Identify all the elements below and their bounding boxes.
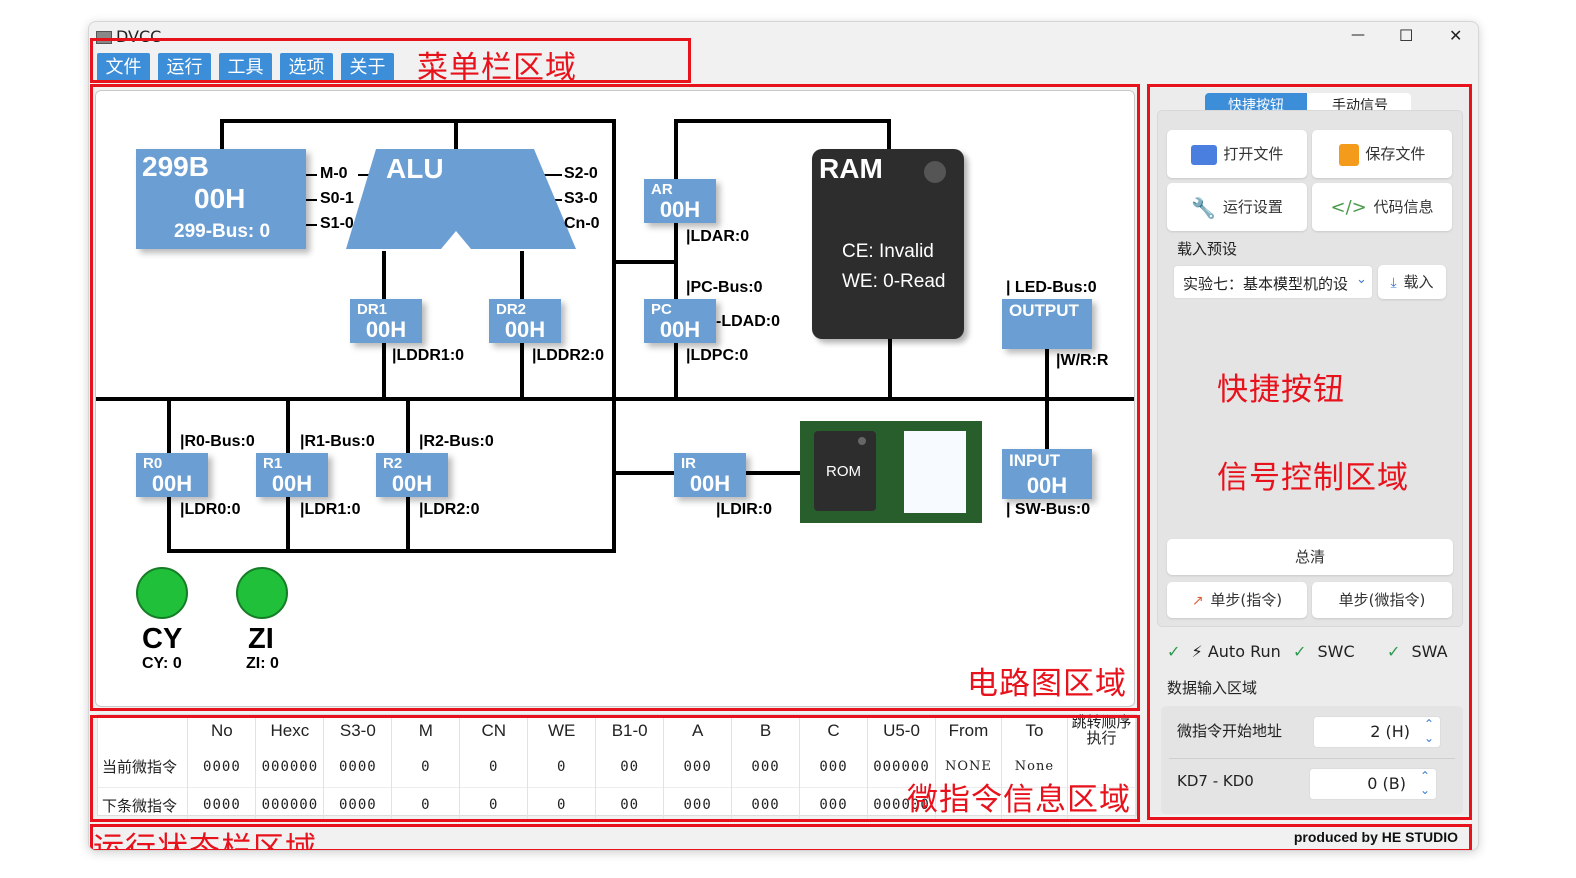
minimize-button[interactable]: —: [1351, 27, 1365, 43]
menubar-annotation: 菜单栏区域: [417, 50, 577, 86]
circuit-annotation-box: [90, 84, 1140, 711]
micro-annotation: 微指令信息区域: [907, 782, 1131, 818]
close-button[interactable]: ✕: [1449, 26, 1462, 45]
quick-annotation: 快捷按钮: [1217, 372, 1345, 408]
menubar-annotation-box: [90, 38, 691, 83]
signal-annotation: 信号控制区域: [1217, 460, 1409, 496]
maximize-button[interactable]: ☐: [1399, 26, 1413, 45]
app-window: DVCC — ☐ ✕ 文件 运行 工具 选项 关于 299B 00H 299-B…: [88, 21, 1479, 851]
status-annotation: 运行状态栏区域: [93, 831, 317, 851]
circuit-annotation: 电路图区域: [967, 666, 1127, 702]
